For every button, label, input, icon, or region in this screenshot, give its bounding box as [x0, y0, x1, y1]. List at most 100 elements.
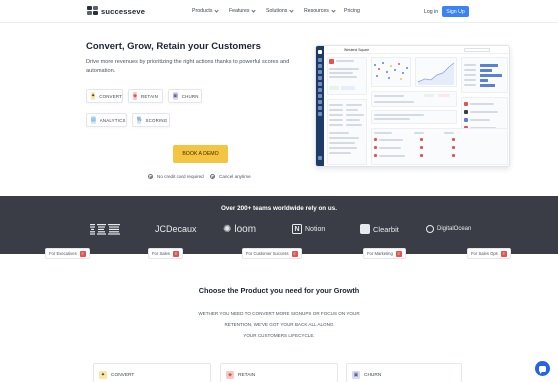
product-card-retain[interactable]: ◆ RETAIN — [220, 363, 338, 382]
tag-for-sales-label: For Sales — [152, 251, 170, 256]
chevron-down-icon — [251, 7, 257, 13]
product-scoring-label: SCORING — [145, 117, 168, 123]
top-navbar: successeve Products Features Solutions R… — [0, 0, 558, 23]
product-retain-label: RETAIN — [141, 93, 158, 99]
clearbit-logo-icon — [360, 224, 370, 234]
app-status-pill — [329, 86, 339, 90]
choose-subtitle-line-3: YOUR CUSTOMERS LIFECYCLE. — [243, 333, 315, 338]
retain-icon: ◆ — [226, 371, 234, 379]
customers-band-title: Over 200+ teams worldwide rely on us. — [220, 205, 338, 212]
tag-for-executives[interactable]: For Executives ≡ — [45, 248, 90, 259]
signup-button[interactable]: Sign Up — [442, 6, 469, 17]
loom-logo: ✺ loom — [223, 222, 256, 236]
digitalocean-logo-text: DigitalOcean — [437, 226, 472, 232]
tag-for-customer-success[interactable]: For Customer Success ≡ — [242, 248, 302, 259]
app-trend-line — [417, 62, 455, 85]
no-credit-card-note: No credit card required — [148, 174, 204, 179]
notion-logo-text: Notion — [305, 225, 326, 233]
product-scoring-button[interactable]: % SCORING — [132, 113, 170, 127]
product-churn-button[interactable]: ▣ CHURN — [168, 89, 202, 103]
product-retain-button[interactable]: ◆ RETAIN — [128, 89, 163, 103]
menu-solutions[interactable]: Solutions — [266, 7, 304, 14]
chevron-down-icon — [331, 7, 336, 13]
check-circle-icon — [148, 174, 153, 179]
check-circle-icon — [210, 174, 215, 179]
cancel-anytime-text: Cancel anytime — [219, 174, 251, 179]
menu-products[interactable]: Products — [192, 7, 229, 14]
notion-logo: N Notion — [292, 222, 325, 236]
menu-products-label: Products — [192, 8, 213, 14]
tag-for-marketing[interactable]: For Marketing ≡ — [363, 248, 406, 259]
app-scatter-panel — [371, 57, 411, 87]
chevron-down-icon — [214, 7, 220, 13]
product-analytics-label: ANALYTICS — [99, 117, 126, 123]
notion-logo-icon: N — [292, 224, 302, 234]
product-churn-label: CHURN — [181, 93, 199, 99]
logo-icon — [87, 6, 98, 16]
menu-solutions-label: Solutions — [266, 8, 288, 14]
app-topbar: Westend Square — [324, 46, 509, 54]
tag-badge-icon: ≡ — [395, 250, 402, 257]
app-sidebar — [316, 46, 324, 166]
brand-name: successeve — [101, 6, 146, 16]
ibm-logo-icon — [90, 224, 120, 235]
jcdecaux-logo: JCDecaux — [155, 222, 197, 236]
tag-for-customer-success-label: For Customer Success — [246, 251, 289, 256]
jcdecaux-logo-text: JCDecaux — [155, 224, 197, 234]
brand-logo[interactable]: successeve — [87, 6, 145, 16]
tag-for-sales-ops-label: For Sales Ops — [471, 251, 498, 256]
choose-product-title: Choose the Product you need for your Gro… — [198, 286, 360, 295]
loom-logo-text: loom — [234, 223, 257, 235]
analytics-icon: ▤ — [91, 116, 96, 124]
clearbit-logo: Clearbit — [360, 222, 399, 236]
cancel-anytime-note: Cancel anytime — [210, 174, 251, 179]
tag-for-sales[interactable]: For Sales ≡ — [148, 248, 183, 259]
product-card-convert[interactable]: ✦ CONVERT — [93, 363, 211, 382]
tag-badge-icon: ≡ — [172, 250, 179, 257]
app-search-input — [464, 48, 490, 52]
retain-icon: ◆ — [133, 92, 138, 100]
menu-resources-label: Resources — [304, 8, 329, 14]
product-card-convert-label: CONVERT — [111, 373, 135, 378]
churn-icon: ▣ — [173, 92, 178, 100]
chevron-down-icon — [289, 7, 294, 13]
ibm-logo — [90, 222, 120, 236]
product-card-churn[interactable]: ▣ CHURN — [346, 363, 462, 382]
tag-badge-icon: ≡ — [291, 250, 298, 257]
clearbit-logo-text: Clearbit — [373, 224, 399, 234]
tag-for-sales-ops[interactable]: For Sales Ops ≡ — [467, 248, 511, 259]
chat-bubble-icon — [539, 365, 546, 374]
chat-widget-button[interactable] — [535, 361, 550, 376]
convert-icon: ✦ — [99, 371, 107, 379]
no-credit-card-text: No credit card required — [157, 174, 204, 179]
choose-subtitle-line-1: WETHER YOU NEED TO CONVERT MORE SIGNUPS … — [198, 311, 360, 316]
product-card-retain-label: RETAIN — [238, 373, 256, 378]
product-convert-label: CONVERT — [99, 93, 122, 99]
digitalocean-logo-icon — [426, 225, 434, 233]
menu-pricing[interactable]: Pricing — [344, 8, 360, 14]
app-account-title: Westend Square — [344, 48, 370, 52]
product-convert-button[interactable]: ✦ CONVERT — [86, 89, 123, 103]
hero-description: Drive more revenues by prioritizing the … — [86, 59, 290, 74]
app-plan-pill — [341, 86, 355, 90]
app-avatar — [329, 59, 334, 64]
menu-features-label: Features — [229, 8, 250, 14]
digitalocean-logo: DigitalOcean — [426, 222, 471, 236]
tag-for-marketing-label: For Marketing — [367, 251, 393, 256]
tag-badge-icon: ≡ — [79, 250, 86, 257]
menu-pricing-label: Pricing — [344, 8, 360, 14]
scoring-icon: % — [137, 116, 142, 124]
product-analytics-button[interactable]: ▤ ANALYTICS — [86, 113, 127, 127]
main-menu: Products Features Solutions Resources Pr… — [192, 7, 360, 14]
book-demo-button[interactable]: BOOK A DEMO — [173, 145, 228, 163]
tag-badge-icon: ≡ — [500, 250, 507, 257]
churn-icon: ▣ — [352, 371, 360, 379]
menu-resources[interactable]: Resources — [304, 7, 344, 14]
convert-icon: ✦ — [91, 92, 96, 100]
tag-for-executives-label: For Executives — [49, 251, 77, 256]
app-notes-panel — [371, 110, 457, 124]
loom-logo-icon: ✺ — [223, 223, 232, 235]
menu-features[interactable]: Features — [229, 7, 266, 14]
login-link[interactable]: Log in — [424, 9, 438, 15]
app-dashboard-preview: Westend Square — [315, 45, 510, 167]
